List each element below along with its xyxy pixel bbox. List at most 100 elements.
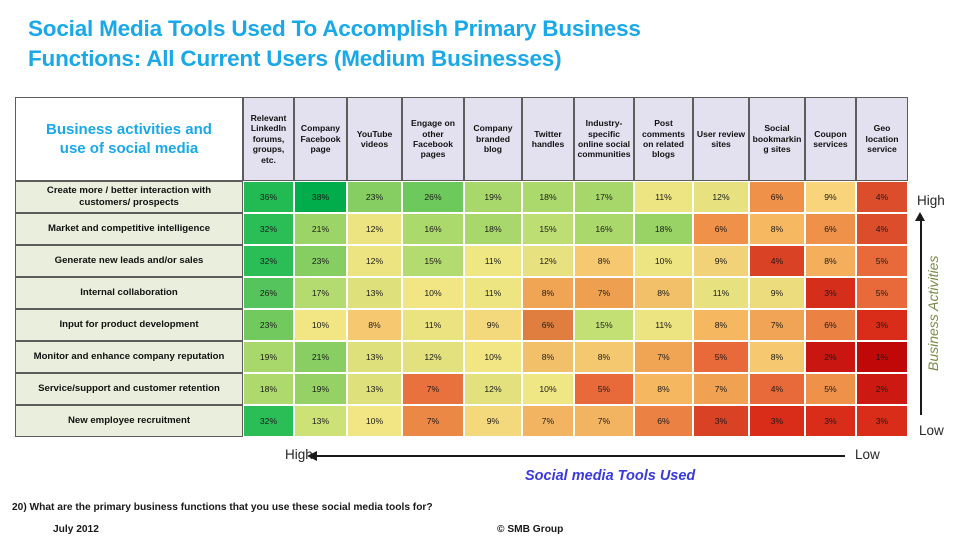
heatmap-cell: 8% [522,341,574,373]
heatmap-cell: 7% [634,341,693,373]
heatmap-cell: 8% [693,309,749,341]
heatmap-cell: 11% [402,309,464,341]
heatmap-cell: 32% [243,213,294,245]
heatmap-cell: 6% [749,181,805,213]
heatmap-cell: 18% [522,181,574,213]
heatmap-cell: 3% [749,405,805,437]
column-header: Relevant LinkedIn forums, groups, etc. [243,97,294,181]
heatmap-cell: 13% [294,405,347,437]
slide-root: Social Media Tools Used To Accomplish Pr… [0,0,953,545]
heatmap-cell: 6% [634,405,693,437]
heatmap-cell: 4% [749,245,805,277]
column-header: Engage on other Facebook pages [402,97,464,181]
column-header: User review sites [693,97,749,181]
heatmap-cell: 2% [805,341,856,373]
table-row: Generate new leads and/or sales 32% 23% 12%… [15,245,908,277]
heatmap-cell: 8% [574,245,634,277]
page-title: Social Media Tools Used To Accomplish Pr… [28,14,848,74]
row-header: Market and competitive intelligence [15,213,243,245]
business-activities-axis: High Business Activities Low [908,193,953,438]
heatmap-cell: 5% [856,277,908,309]
heatmap-cell: 32% [243,245,294,277]
column-header: Twitter handles [522,97,574,181]
heatmap-cell: 3% [805,405,856,437]
heatmap-cell: 18% [243,373,294,405]
heatmap-cell: 15% [402,245,464,277]
matrix-corner-heading: Business activities and use of social me… [15,97,243,181]
table-row: Create more / better interaction with cu… [15,181,908,213]
axis-bottom-low-label: Low [855,447,880,462]
heatmap-cell: 7% [402,373,464,405]
heatmap-cell: 17% [294,277,347,309]
heatmap-cell: 3% [856,309,908,341]
copyright-label: © SMB Group [497,524,564,535]
heatmap-cell: 36% [243,181,294,213]
heatmap-cell: 7% [522,405,574,437]
heatmap-cell: 38% [294,181,347,213]
axis-bottom-title: Social media Tools Used [525,468,696,484]
table-row: Monitor and enhance company reputation 19… [15,341,908,373]
heatmap-cell: 11% [693,277,749,309]
heatmap-cell: 7% [693,373,749,405]
heatmap-cell: 26% [243,277,294,309]
heatmap-cell: 12% [347,213,402,245]
heatmap-cell: 10% [522,373,574,405]
heatmap-cell: 3% [805,277,856,309]
heatmap-cell: 13% [347,373,402,405]
table-row: New employee recruitment 32% 13% 10% 7% 9% 7% 7… [15,405,908,437]
heatmap-cell: 1% [856,341,908,373]
heatmap-cell: 8% [574,341,634,373]
column-header: Social bookmarking sites [749,97,805,181]
row-header: New employee recruitment [15,405,243,437]
heatmap-cell: 8% [634,277,693,309]
heatmap-cell: 8% [749,341,805,373]
row-header: Input for product development [15,309,243,341]
heatmap-cell: 12% [693,181,749,213]
heatmap-cell: 21% [294,213,347,245]
heatmap-cell: 9% [749,277,805,309]
heatmap-cell: 5% [805,373,856,405]
heatmap-cell: 3% [693,405,749,437]
heatmap-cell: 13% [347,341,402,373]
heatmap-cell: 5% [574,373,634,405]
heatmap-cell: 7% [574,277,634,309]
heatmap-cell: 4% [856,213,908,245]
heatmap-cell: 7% [574,405,634,437]
heatmap-cell: 23% [347,181,402,213]
table-row: Internal collaboration 26% 17% 13% 10% 11% 8% 7… [15,277,908,309]
heatmap-cell: 7% [749,309,805,341]
heatmap-cell: 9% [693,245,749,277]
heatmap-cell: 8% [522,277,574,309]
heatmap-cell: 18% [634,213,693,245]
row-header: Service/support and customer retention [15,373,243,405]
page-title-line1: Social Media Tools Used To Accomplish Pr… [28,16,641,41]
heatmap-cell: 7% [402,405,464,437]
heatmap-cell: 5% [693,341,749,373]
heatmap-cell: 11% [634,181,693,213]
heatmap-cell: 12% [522,245,574,277]
social-tools-axis: High Low [255,447,905,465]
heatmap-cell: 21% [294,341,347,373]
survey-question-note: 20) What are the primary business functi… [12,502,433,513]
heatmap-cell: 16% [402,213,464,245]
heatmap-cell: 9% [464,405,522,437]
corner-line2: use of social media [59,140,199,157]
heatmap-cell: 18% [464,213,522,245]
heatmap-cell: 10% [294,309,347,341]
heatmap-cell: 2% [856,373,908,405]
row-header: Generate new leads and/or sales [15,245,243,277]
heatmap-cell: 19% [464,181,522,213]
date-label: July 2012 [53,524,99,535]
heatmap-cell: 10% [634,245,693,277]
heatmap-cell: 10% [402,277,464,309]
table-row: Market and competitive intelligence 32% 21… [15,213,908,245]
heatmap-cell: 8% [805,245,856,277]
heatmap-cell: 8% [634,373,693,405]
heatmap-cell: 10% [347,405,402,437]
heatmap-cell: 15% [574,309,634,341]
heatmap-body: Create more / better interaction with cu… [15,181,908,437]
heatmap-cell: 19% [243,341,294,373]
heatmap-cell: 16% [574,213,634,245]
row-header: Internal collaboration [15,277,243,309]
table-row: Input for product development 23% 10% 8% 11%… [15,309,908,341]
